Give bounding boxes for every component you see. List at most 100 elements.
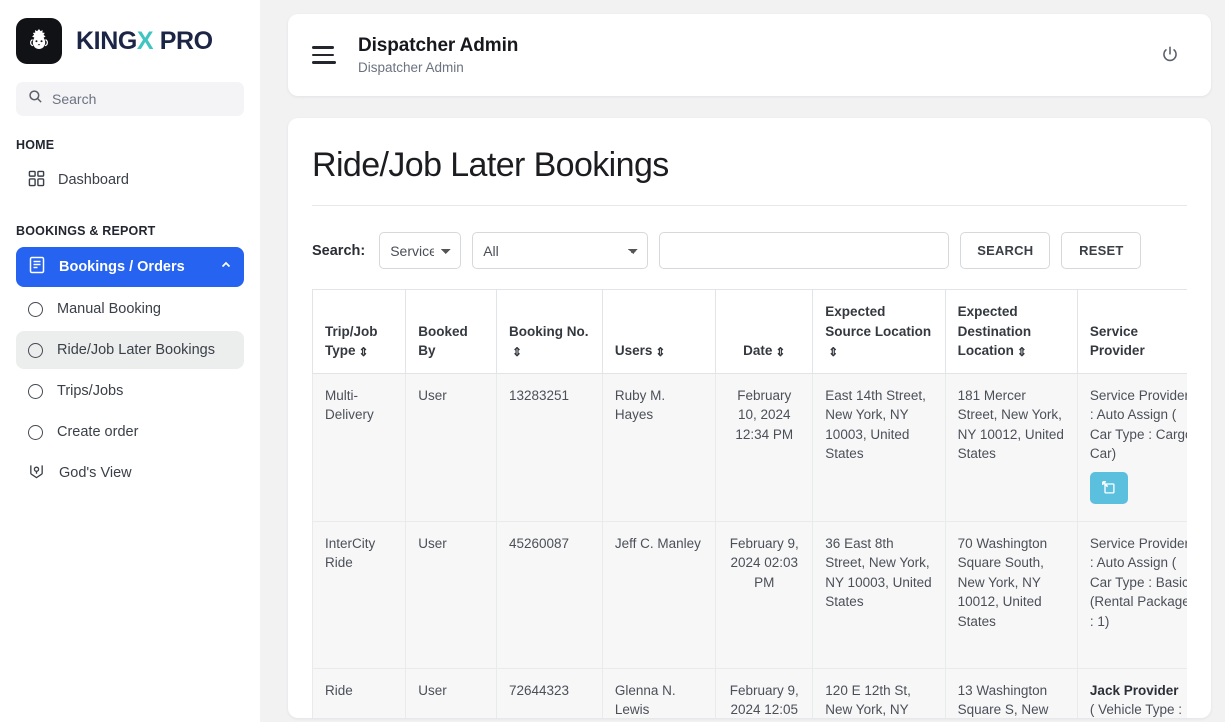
cell-booking-no: 45260087 [495, 520, 603, 669]
sidebar: KINGX PRO Search HOME Dashboard BOOKINGS… [0, 0, 260, 722]
col-header-label: Users [614, 343, 653, 359]
cell-service-provider: Service Provider : Auto Assign ( Car Typ… [1076, 372, 1187, 522]
nav-section-bookings-label: BOOKINGS & REPORT [16, 224, 156, 238]
status-select[interactable]: All [472, 232, 649, 269]
lion-head-icon [16, 18, 62, 64]
cell-trip-job-type: Ride [312, 667, 407, 718]
col-header-expected-source-location[interactable]: Expected Source Location ⇕ [812, 289, 946, 374]
content-card: Ride/Job Later Bookings Search: Service … [288, 118, 1211, 718]
sidebar-item-manual-booking[interactable]: Manual Booking [16, 290, 244, 328]
cell-user: Jeff C. Manley [601, 520, 717, 669]
grid-dashboard-icon [28, 170, 45, 191]
sidebar-item-label: Manual Booking [57, 301, 161, 317]
sidebar-item-label: Ride/Job Later Bookings [57, 342, 215, 358]
table-row: Ride User 72644323 Glenna N. Lewis Febru… [312, 667, 1187, 718]
cell-trip-job-type: Multi-Delivery [312, 372, 407, 522]
sidebar-item-label: God's View [59, 465, 132, 481]
sidebar-item-label: Trips/Jobs [57, 383, 124, 399]
sort-icon: ⇕ [1016, 345, 1027, 360]
main-content: Dispatcher Admin Dispatcher Admin Ride/J… [260, 0, 1225, 722]
table-head: Trip/Job Type ⇕ Booked By Booking No.⇕ Us… [312, 289, 1187, 374]
list-document-icon [28, 256, 46, 278]
cell-booking-no: 13283251 [495, 372, 603, 522]
cell-booked-by: User [405, 372, 497, 522]
col-header-booking-no[interactable]: Booking No. ⇕ [495, 289, 603, 374]
col-header-label: Date [743, 343, 773, 359]
cell-booking-no: 72644323 [495, 667, 603, 718]
col-header-service-provider: Service Provider [1076, 289, 1187, 374]
col-header-label: Booked By [418, 323, 468, 359]
app-root: KINGX PRO Search HOME Dashboard BOOKINGS… [0, 0, 1225, 722]
brand-logo[interactable]: KINGX PRO [0, 0, 260, 78]
col-header-label: Service Provider [1089, 323, 1145, 359]
search-button[interactable]: SEARCH [960, 232, 1051, 269]
col-header-label: Trip/Job Type [325, 323, 378, 359]
service-provider-text: Service Provider : Auto Assign ( Car Typ… [1089, 387, 1187, 462]
sort-icon: ⇕ [655, 345, 666, 360]
sort-icon: ⇕ [828, 345, 839, 360]
chevron-up-icon [220, 259, 232, 275]
col-header-date[interactable]: Date ⇕ [715, 289, 814, 374]
service-provider-name: Jack Provider [1089, 682, 1179, 698]
page-title: Ride/Job Later Bookings [312, 146, 1187, 206]
radio-circle-icon [28, 342, 43, 358]
filter-bar: Search: Service All SEARCH RESET [312, 206, 1187, 289]
sort-icon: ⇕ [775, 345, 786, 360]
radio-circle-icon [28, 301, 43, 317]
topbar-title: Dispatcher Admin [358, 35, 519, 56]
cell-destination-location: 181 Mercer Street, New York, NY 10012, U… [944, 372, 1078, 522]
sidebar-item-label: Dashboard [58, 172, 129, 188]
search-icon [28, 89, 43, 109]
service-select[interactable]: Service [379, 232, 462, 269]
sort-icon: ⇕ [511, 345, 523, 360]
sidebar-item-dashboard[interactable]: Dashboard [16, 161, 244, 199]
cell-source-location: 120 E 12th St, New York, NY 10003, USA [812, 667, 946, 718]
sidebar-item-trips-jobs[interactable]: Trips/Jobs [16, 372, 244, 410]
assign-driver-icon-button[interactable] [1089, 471, 1128, 504]
brand-name-accent: X [136, 26, 154, 55]
map-pin-icon [28, 463, 45, 484]
hamburger-menu-icon[interactable] [312, 46, 336, 64]
cell-date: February 9, 2024 12:05 PM [715, 667, 814, 718]
topbar: Dispatcher Admin Dispatcher Admin [288, 14, 1211, 96]
cell-source-location: East 14th Street, New York, NY 10003, Un… [812, 372, 946, 522]
col-header-label: Booking No. [508, 323, 589, 339]
sidebar-item-label: Bookings / Orders [59, 259, 185, 275]
bookings-table-wrapper: Trip/Job Type ⇕ Booked By Booking No.⇕ Us… [312, 289, 1187, 718]
cell-booked-by: User [405, 520, 497, 669]
col-header-booked-by: Booked By [405, 289, 497, 374]
power-icon[interactable] [1155, 40, 1185, 70]
cell-trip-job-type: InterCity Ride [312, 520, 407, 669]
search-label: Search: [312, 242, 366, 259]
col-header-trip-job-type[interactable]: Trip/Job Type ⇕ [312, 289, 407, 374]
table-header-row: Trip/Job Type ⇕ Booked By Booking No.⇕ Us… [312, 289, 1187, 374]
brand-name-pre: KING [76, 26, 137, 55]
cell-user: Ruby M. Hayes [601, 372, 717, 522]
topbar-subtitle: Dispatcher Admin [358, 60, 464, 75]
col-header-users[interactable]: Users ⇕ [601, 289, 717, 374]
radio-circle-icon [28, 424, 43, 440]
brand-name-post: PRO [153, 26, 213, 55]
bookings-table: Trip/Job Type ⇕ Booked By Booking No.⇕ Us… [312, 289, 1187, 718]
cell-date: February 9, 2024 02:03 PM [715, 520, 814, 669]
sidebar-item-label: Create order [57, 424, 139, 440]
sidebar-item-bookings-orders[interactable]: Bookings / Orders [16, 247, 244, 287]
table-row: Multi-Delivery User 13283251 Ruby M. Hay… [312, 372, 1187, 522]
table-row: InterCity Ride User 45260087 Jeff C. Man… [312, 520, 1187, 669]
sidebar-search-placeholder: Search [52, 91, 97, 107]
col-header-expected-destination-location[interactable]: Expected Destination Location ⇕ [944, 289, 1078, 374]
cell-source-location: 36 East 8th Street, New York, NY 10003, … [812, 520, 946, 669]
search-input[interactable] [659, 232, 950, 269]
sidebar-item-ride-job-later-bookings[interactable]: Ride/Job Later Bookings [16, 331, 244, 369]
sidebar-search[interactable]: Search [16, 82, 244, 116]
cell-booked-by: User [405, 667, 497, 718]
cell-service-provider: Jack Provider ( Vehicle Type : [1076, 667, 1187, 718]
cell-user: Glenna N. Lewis [601, 667, 717, 718]
radio-circle-icon [28, 383, 43, 399]
sidebar-item-create-order[interactable]: Create order [16, 413, 244, 451]
cell-date: February 10, 2024 12:34 PM [715, 372, 814, 522]
service-provider-text: ( Vehicle Type : [1089, 702, 1182, 718]
reset-button[interactable]: RESET [1061, 232, 1142, 269]
col-header-label: Expected Source Location [825, 304, 932, 339]
sidebar-item-gods-view[interactable]: God's View [16, 454, 244, 492]
